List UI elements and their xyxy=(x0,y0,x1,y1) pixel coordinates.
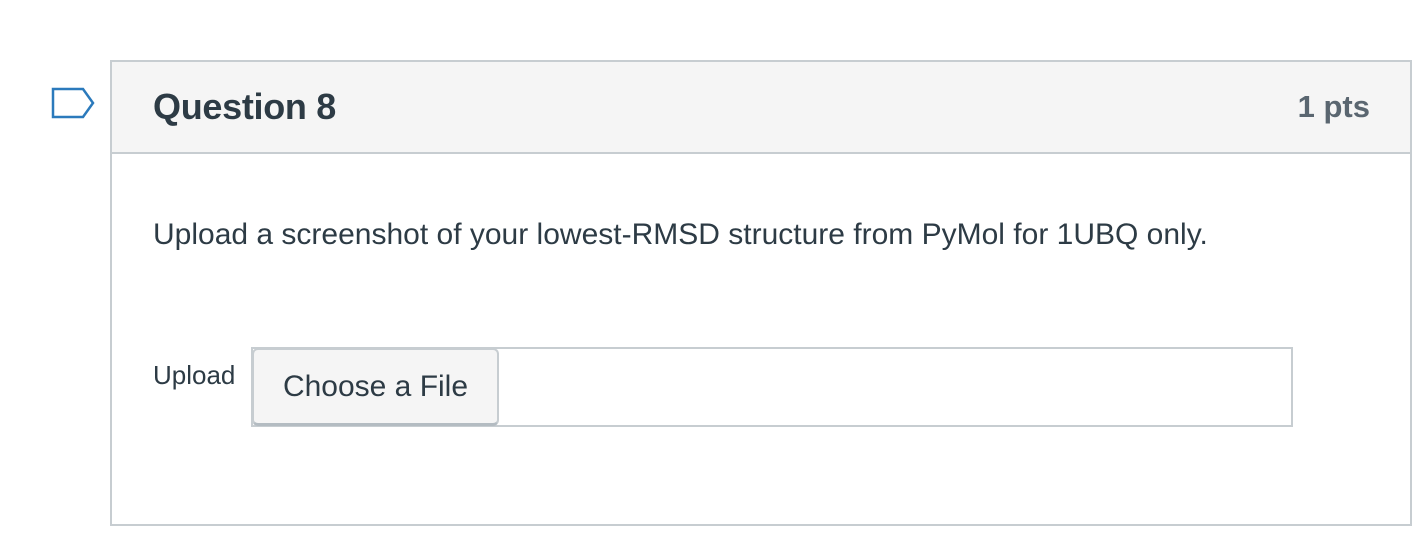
question-points: 1 pts xyxy=(1297,89,1370,124)
choose-file-button[interactable]: Choose a File xyxy=(252,348,499,426)
flag-outline-icon xyxy=(51,87,95,119)
upload-label: Upload xyxy=(153,360,236,390)
question-text: Upload a screenshot of your lowest-RMSD … xyxy=(153,218,1208,251)
quiz-page: Question 8 1 pts Upload a screenshot of … xyxy=(0,0,1424,544)
flag-question-icon[interactable] xyxy=(50,86,96,122)
question-header: Question 8 1 pts xyxy=(112,62,1410,154)
question-title: Question 8 xyxy=(153,86,337,127)
question-card: Question 8 1 pts Upload a screenshot of … xyxy=(110,60,1412,526)
file-upload-field[interactable]: Choose a File xyxy=(251,347,1293,427)
